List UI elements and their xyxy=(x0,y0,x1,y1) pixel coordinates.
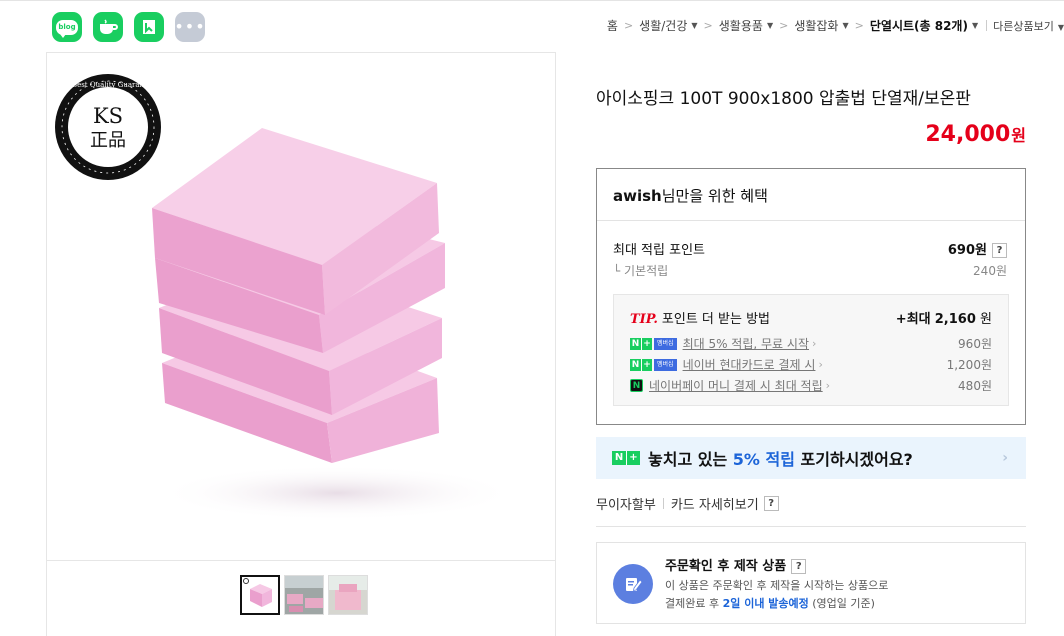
svg-text:正品: 正品 xyxy=(90,130,126,151)
breadcrumb: 홈 > 생활/건강 ▼ > 생활용품 ▼ > 생활잡화 ▼ > 단열시트(총 82개)… xyxy=(607,17,1064,34)
chevron-right-icon: > xyxy=(854,19,864,32)
order-notice-desc: 이 상품은 주문확인 후 제작을 시작하는 상품으로 xyxy=(665,579,889,592)
chevron-right-icon: › xyxy=(825,379,831,392)
caret-down-icon: ▼ xyxy=(971,21,979,30)
card-details-link[interactable]: 카드 자세히보기 xyxy=(671,494,759,513)
edit-document-icon xyxy=(613,564,653,604)
benefit-header: awish님만을 위한 혜택 xyxy=(597,169,1025,221)
breadcrumb-category-2[interactable]: 생활용품 ▼ xyxy=(719,17,773,34)
band-icon[interactable] xyxy=(134,12,164,42)
main-product-image[interactable]: The Best Quality Guaranteed KS 正品 xyxy=(47,53,555,561)
tip-header: TIP. 포인트 더 받는 방법 +최대 2,160 원 xyxy=(630,312,992,327)
installment-link[interactable]: 무이자할부 xyxy=(596,494,656,513)
made-to-order-notice: 주문확인 후 제작 상품? 이 상품은 주문확인 후 제작을 시작하는 상품으로… xyxy=(596,542,1026,624)
breadcrumb-category-3[interactable]: 생활잡화 ▼ xyxy=(794,17,848,34)
chevron-right-icon: › xyxy=(1002,450,1008,466)
other-products-link[interactable]: 다른상품보기 ▼ xyxy=(993,18,1064,34)
share-bar: blog ••• xyxy=(52,12,205,42)
caret-down-icon: ▼ xyxy=(842,21,849,30)
product-gallery: The Best Quality Guaranteed KS 正品 xyxy=(46,52,556,636)
caret-down-icon: ▼ xyxy=(1057,22,1064,32)
order-notice-shipping: 결제완료 후 2일 이내 발송예정 (영업일 기준) xyxy=(665,597,875,610)
benefit-box: awish님만을 위한 혜택 최대 적립 포인트 690원? └ 기본적립 24… xyxy=(596,168,1026,425)
chevron-right-icon: > xyxy=(623,19,634,32)
blog-icon-label: blog xyxy=(56,19,78,38)
svg-text:The Best Quality Guaranteed: The Best Quality Guaranteed xyxy=(56,81,160,89)
tip-row-membership[interactable]: N + 멤버십 최대 5% 적립, 무료 시작 › 960원 xyxy=(630,335,992,352)
help-icon[interactable]: ? xyxy=(791,559,807,574)
foam-stack-illustration: The Best Quality Guaranteed KS 正品 xyxy=(55,74,517,521)
product-price: 24,000원 xyxy=(925,122,1026,147)
thumbnail-2[interactable] xyxy=(284,575,324,615)
naver-pay-icon: N xyxy=(630,379,643,392)
product-title: 아이소핑크 100T 900x1800 압출법 단열재/보온판 xyxy=(596,89,971,109)
caret-down-icon: ▼ xyxy=(691,21,698,30)
naver-plus-membership-icon: N + 멤버십 xyxy=(630,337,677,350)
help-icon[interactable]: ? xyxy=(763,496,779,511)
naver-plus-membership-icon: N + 멤버십 xyxy=(630,358,677,371)
tip-row-pay-money[interactable]: N 네이버페이 머니 결제 시 최대 적립 › 480원 xyxy=(630,377,992,394)
order-notice-title: 주문확인 후 제작 상품? xyxy=(665,555,807,574)
more-icon[interactable]: ••• xyxy=(174,12,205,42)
chevron-right-icon: › xyxy=(812,337,817,350)
top-border xyxy=(0,0,1064,1)
breadcrumb-home[interactable]: 홈 xyxy=(607,17,618,34)
base-points-row: └ 기본적립 240원 xyxy=(613,264,1007,278)
chevron-right-icon: > xyxy=(779,19,789,32)
breadcrumb-current[interactable]: 단열시트(총 82개) ▼ xyxy=(870,17,978,34)
naver-plus-icon: N + xyxy=(612,451,640,465)
chevron-right-icon: > xyxy=(703,19,713,32)
membership-promo-banner[interactable]: N + 놓치고 있는 5% 적립 포기하시겠어요? › xyxy=(596,437,1026,479)
thumbnail-list xyxy=(240,575,368,615)
svg-text:KS: KS xyxy=(93,104,123,128)
caret-down-icon: ▼ xyxy=(766,21,774,30)
tip-box: TIP. 포인트 더 받는 방법 +최대 2,160 원 N + 멤버십 최대 5% … xyxy=(613,294,1009,406)
cafe-icon[interactable] xyxy=(93,12,123,42)
max-points-row: 최대 적립 포인트 690원? xyxy=(613,239,1007,258)
chevron-right-icon: › xyxy=(818,358,823,371)
tip-row-card[interactable]: N + 멤버십 네이버 현대카드로 결제 시 › 1,200원 xyxy=(630,356,992,373)
help-icon[interactable]: ? xyxy=(992,243,1007,258)
breadcrumb-category-1[interactable]: 생활/건강 ▼ xyxy=(639,17,697,34)
card-links: 무이자할부 카드 자세히보기 ? xyxy=(596,494,779,513)
thumbnail-3[interactable] xyxy=(328,575,368,615)
blog-icon[interactable]: blog xyxy=(52,12,82,42)
thumbnail-1[interactable] xyxy=(240,575,280,615)
ks-quality-badge: The Best Quality Guaranteed KS 正品 xyxy=(55,74,161,180)
